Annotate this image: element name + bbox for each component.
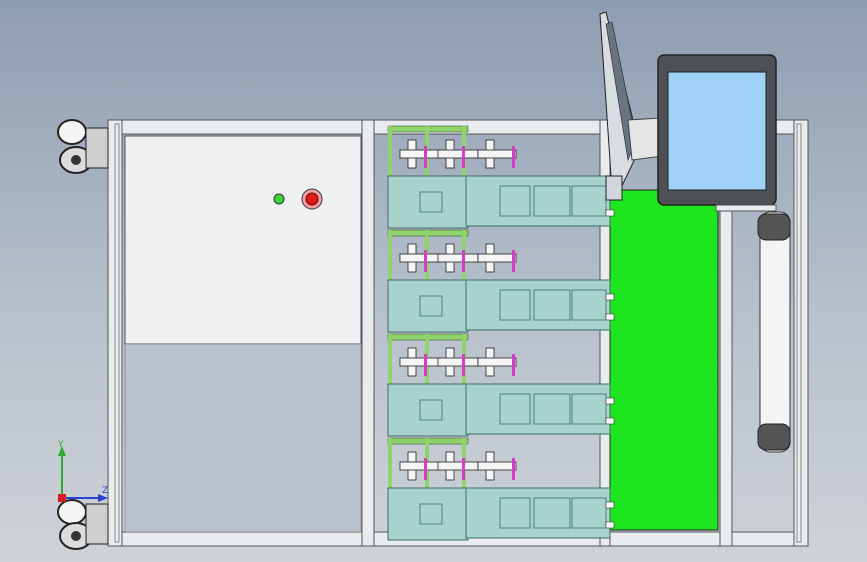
emergency-stop-icon <box>301 188 323 210</box>
green-panel <box>609 189 719 531</box>
axis-z-label: Z <box>102 486 109 496</box>
handle-icon <box>757 211 791 453</box>
caster-wheel-icon <box>57 499 109 550</box>
monitor-icon <box>657 54 777 212</box>
axis-triad-icon <box>58 446 108 502</box>
control-panel <box>124 135 362 533</box>
machine-top-view-drawing <box>57 11 809 550</box>
module-stack <box>387 437 615 541</box>
axis-y-label: Y <box>58 440 64 450</box>
caster-wheel-icon <box>57 119 109 174</box>
module-stack <box>387 229 615 333</box>
indicator-light-icon <box>273 193 285 205</box>
module-stack <box>387 125 615 229</box>
module-stack <box>387 333 615 437</box>
